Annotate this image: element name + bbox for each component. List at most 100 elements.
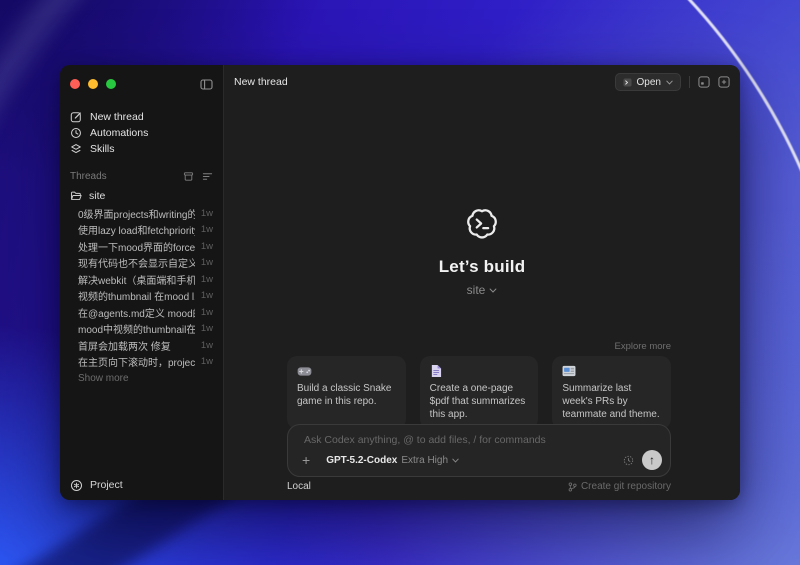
traffic-lights xyxy=(70,79,116,89)
project-selector[interactable]: Project xyxy=(60,476,133,494)
sidebar-item-new-thread[interactable]: New thread xyxy=(60,109,223,125)
environment-label: Local xyxy=(287,481,311,492)
compose-icon xyxy=(70,111,82,123)
sidebar-folder-site[interactable]: site xyxy=(60,187,223,204)
card-text: Build a classic Snake game in this repo. xyxy=(297,383,392,407)
thread-time: 1w xyxy=(200,323,213,335)
card-text: Summarize last week's PRs by teammate an… xyxy=(562,383,660,420)
arrow-up-icon: ↑ xyxy=(649,453,655,467)
thread-list-item[interactable]: mood中视频的thumbnail在手机端… 1w xyxy=(60,321,223,338)
thread-title: 解决webkit（桌面端和手机端）Saf… xyxy=(78,275,195,287)
thread-list-item[interactable]: 处理一下mood界面的forced reflow 1w xyxy=(60,238,223,255)
sidebar: New thread Automations Skills Threads si… xyxy=(60,65,224,500)
main-panel: New thread Open Let’s build site Explore… xyxy=(224,65,740,500)
sidebar-nav: New thread Automations Skills xyxy=(60,109,223,157)
create-git-repo-label: Create git repository xyxy=(580,481,671,492)
prompt-input[interactable] xyxy=(302,433,656,447)
card-text: Create a one-page $pdf that summarizes t… xyxy=(429,383,526,420)
git-branch-icon xyxy=(568,482,577,492)
project-label: Project xyxy=(90,479,123,491)
model-effort: Extra High xyxy=(401,454,449,466)
panel-split-icon[interactable] xyxy=(698,76,710,88)
thread-title: 现有代码也不会显示自定义emoji了 … xyxy=(78,259,195,271)
show-more-button[interactable]: Show more xyxy=(60,370,223,384)
explore-more-link[interactable]: Explore more xyxy=(287,341,672,352)
hero: Let’s build site xyxy=(224,203,740,299)
thread-time: 1w xyxy=(200,356,213,368)
open-folder-icon xyxy=(70,190,82,202)
thread-title: 处理一下mood界面的forced reflow xyxy=(78,242,195,254)
thread-time: 1w xyxy=(200,257,213,269)
composer-toolbar: + GPT-5.2-Codex Extra High ↑ xyxy=(302,450,662,470)
suggestion-cards: Build a classic Snake game in this repo.… xyxy=(287,356,672,429)
thread-list-item[interactable]: 在主页向下滚动时，projects会强制… 1w xyxy=(60,354,223,371)
thread-title: 在@agents.md定义 mood的三级页… xyxy=(78,308,195,320)
target-selector[interactable]: site xyxy=(467,283,498,297)
suggestion-card-pdf[interactable]: Create a one-page $pdf that summarizes t… xyxy=(419,356,539,429)
gamepad-icon xyxy=(297,364,396,378)
thread-list-item[interactable]: 首屏会加载两次 修复 1w xyxy=(60,337,223,354)
nav-label: New thread xyxy=(90,111,144,123)
threads-section-header: Threads xyxy=(60,169,223,183)
suggestion-card-snake[interactable]: Build a classic Snake game in this repo. xyxy=(287,356,406,429)
project-icon xyxy=(70,479,83,492)
chevron-down-icon xyxy=(489,288,497,293)
send-button[interactable]: ↑ xyxy=(642,450,662,470)
thread-list-item[interactable]: 视频的thumbnail 在mood l1界面还… 1w xyxy=(60,288,223,305)
usage-clock-icon[interactable] xyxy=(623,455,634,466)
main-header: New thread Open xyxy=(224,65,740,95)
folder-label: site xyxy=(89,189,106,202)
suggestion-card-prs[interactable]: Summarize last week's PRs by teammate an… xyxy=(552,356,672,429)
codex-logo-icon xyxy=(461,203,503,244)
nav-label: Skills xyxy=(90,143,115,155)
thread-list-item[interactable]: 解决webkit（桌面端和手机端）Saf… 1w xyxy=(60,271,223,288)
clock-icon xyxy=(70,127,82,139)
newspaper-icon xyxy=(562,364,661,378)
document-icon xyxy=(430,364,529,378)
attach-plus-icon[interactable]: + xyxy=(302,453,310,467)
thread-list-item[interactable]: 0级界面projects和writing的加载动… 1w xyxy=(60,205,223,222)
nav-label: Automations xyxy=(90,127,149,139)
thread-time: 1w xyxy=(200,273,213,285)
thread-time: 1w xyxy=(200,240,213,252)
minimize-window-button[interactable] xyxy=(88,79,98,89)
hero-title: Let’s build xyxy=(438,257,526,276)
thread-title: 首屏会加载两次 修复 xyxy=(78,341,171,353)
sort-icon[interactable] xyxy=(202,171,213,182)
thread-list-item[interactable]: 使用lazy load和fetchpriority=high… 1w xyxy=(60,222,223,239)
open-button-label: Open xyxy=(636,76,661,88)
thread-title: 使用lazy load和fetchpriority=high… xyxy=(78,226,195,238)
archive-icon[interactable] xyxy=(183,171,194,182)
panel-new-icon[interactable] xyxy=(718,76,730,88)
thread-time: 1w xyxy=(200,290,213,302)
target-label: site xyxy=(466,283,486,297)
thread-time: 1w xyxy=(200,224,213,236)
terminal-icon xyxy=(622,77,632,87)
thread-title: 0级界面projects和writing的加载动… xyxy=(78,209,195,221)
zoom-window-button[interactable] xyxy=(106,79,116,89)
thread-title: mood中视频的thumbnail在手机端… xyxy=(78,325,195,337)
sidebar-item-automations[interactable]: Automations xyxy=(60,125,223,141)
page-title: New thread xyxy=(234,76,288,88)
thread-title: 视频的thumbnail 在mood l1界面还… xyxy=(78,292,195,304)
thread-list: 0级界面projects和writing的加载动… 1w 使用lazy load… xyxy=(60,205,223,370)
create-git-repo-button[interactable]: Create git repository xyxy=(568,481,671,492)
statusbar: Local Create git repository xyxy=(287,481,671,492)
thread-list-item[interactable]: 现有代码也不会显示自定义emoji了 … 1w xyxy=(60,255,223,272)
divider xyxy=(689,76,690,88)
window-titlebar xyxy=(60,65,223,97)
model-selector[interactable]: GPT-5.2-Codex Extra High xyxy=(326,455,459,466)
threads-header-label: Threads xyxy=(70,170,107,182)
thread-title: 在主页向下滚动时，projects会强制… xyxy=(78,358,195,370)
close-window-button[interactable] xyxy=(70,79,80,89)
model-name: GPT-5.2-Codex xyxy=(326,454,398,466)
chevron-down-icon xyxy=(452,458,459,463)
codex-app-window: New thread Automations Skills Threads si… xyxy=(60,65,740,500)
open-button[interactable]: Open xyxy=(614,73,681,91)
sidebar-toggle-icon[interactable] xyxy=(200,78,213,91)
thread-list-item[interactable]: 在@agents.md定义 mood的三级页… 1w xyxy=(60,304,223,321)
chevron-down-icon xyxy=(666,80,673,85)
sidebar-item-skills[interactable]: Skills xyxy=(60,141,223,157)
thread-time: 1w xyxy=(200,306,213,318)
thread-time: 1w xyxy=(200,207,213,219)
